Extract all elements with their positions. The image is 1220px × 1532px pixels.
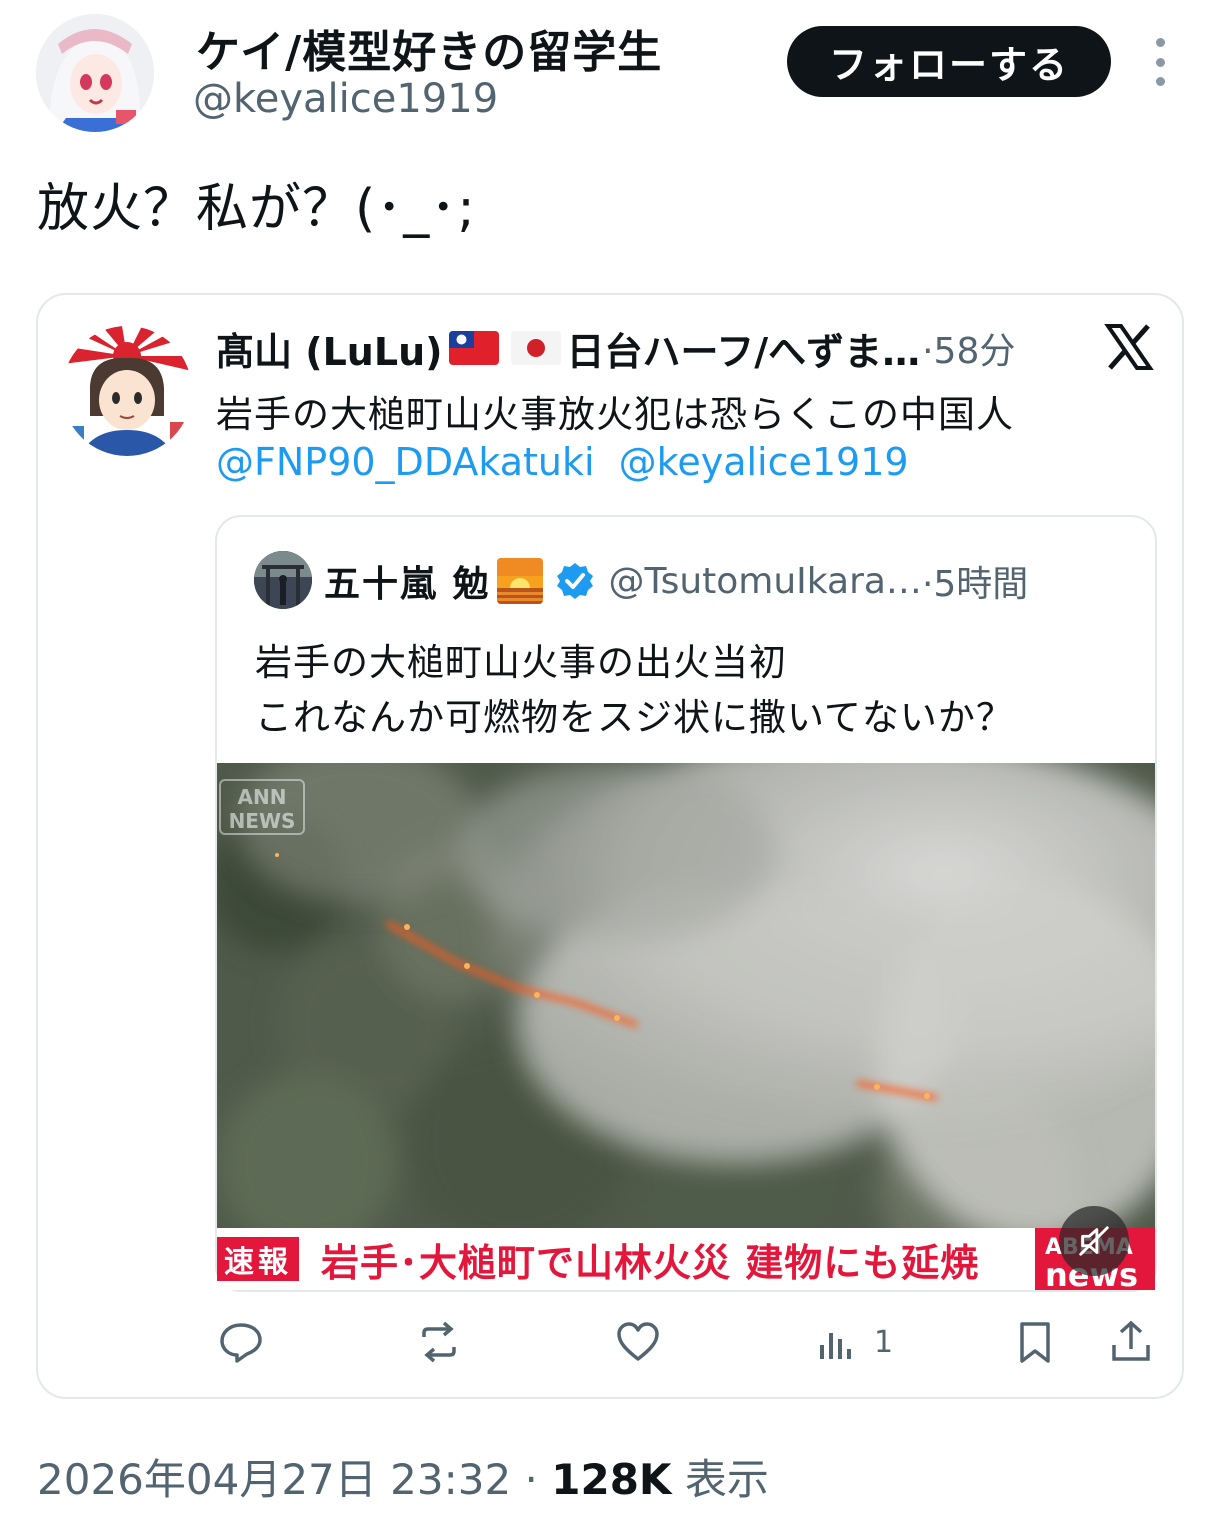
tweet-views-count: 128K xyxy=(551,1455,672,1504)
author-avatar[interactable] xyxy=(36,14,154,132)
quoted-tweet-mentions: @FNP90_DDAkatuki @keyalice1919 xyxy=(216,440,921,484)
share-button[interactable] xyxy=(1108,1312,1154,1372)
mention-link[interactable]: @keyalice1919 xyxy=(619,440,909,484)
tweet-views-label: 表示 xyxy=(684,1455,769,1504)
quoted-tweet-time[interactable]: ·58分 xyxy=(922,322,1015,374)
quoted-author-name[interactable]: 髙山 (LuLu) xyxy=(216,322,443,374)
nested-tweet-text-line: 岩手の大槌町山火事の出火当初 xyxy=(255,641,787,684)
nested-tweet-time[interactable]: ·5時間 xyxy=(922,555,1028,607)
taiwan-flag-icon xyxy=(448,331,499,365)
like-button[interactable] xyxy=(615,1312,661,1372)
share-icon xyxy=(1112,1320,1150,1361)
views-button[interactable]: 1 xyxy=(814,1312,893,1372)
japan-flag-icon xyxy=(510,331,561,365)
mute-toggle-icon[interactable] xyxy=(1059,1206,1129,1276)
watermark-bottom-text: NEWS xyxy=(228,809,296,833)
news-video-media[interactable]: ANN NEWS 速報 岩手･大槌町で山林火災 建物にも延焼 ABEMA new… xyxy=(217,763,1155,1290)
nested-author-name[interactable]: 五十嵐 勉 xyxy=(324,555,491,607)
breaking-news-tag: 速報 xyxy=(217,1237,299,1281)
more-dot xyxy=(1155,38,1165,47)
ticker-headline: 岩手･大槌町で山林火災 建物にも延焼 xyxy=(321,1240,980,1285)
more-dot xyxy=(1155,77,1165,86)
meta-separator: · xyxy=(524,1455,538,1504)
ann-news-watermark: ANN NEWS xyxy=(219,779,305,835)
bookmark-button[interactable] xyxy=(1012,1312,1058,1372)
watermark-top-text: ANN xyxy=(237,785,287,809)
views-count: 1 xyxy=(874,1324,894,1360)
quoted-tweet-text: 岩手の大槌町山火事放火犯は恐らくこの中国人 xyxy=(216,393,1014,436)
quoted-author-avatar[interactable] xyxy=(62,326,192,456)
heart-icon xyxy=(617,1322,659,1361)
reply-button[interactable] xyxy=(218,1312,264,1372)
quoted-author-name-suffix[interactable]: 日台ハーフ/へずま… xyxy=(567,322,921,374)
nested-author-avatar[interactable] xyxy=(254,551,312,609)
bookmark-icon xyxy=(1020,1322,1050,1363)
author-handle[interactable]: @keyalice1919 xyxy=(193,76,498,122)
nested-tweet-text-line: これなんか可燃物をスジ状に撒いてないか？ xyxy=(255,696,1014,739)
mention-link[interactable]: @FNP90_DDAkatuki xyxy=(216,440,595,484)
quoted-tweet-header: 髙山 (LuLu) 日台ハーフ/へずま… ·58分 xyxy=(216,322,1086,374)
analytics-icon xyxy=(820,1333,851,1359)
verified-badge-icon xyxy=(556,563,593,599)
more-dot xyxy=(1155,57,1165,67)
tweet-timestamp[interactable]: 2026年04月27日 23:32 xyxy=(37,1455,511,1504)
tweet-meta: 2026年04月27日 23:32 · 128K 表示 xyxy=(37,1446,769,1507)
sunrise-emoji-icon xyxy=(496,558,543,604)
nested-tweet-header: 五十嵐 勉 @TsutomuIkara… ·5時間 xyxy=(324,555,1028,607)
follow-button[interactable]: フォローする xyxy=(787,26,1111,97)
smoky-forest-fire-image xyxy=(217,763,1155,1228)
quoted-tweet-action-bar: 1 xyxy=(0,1312,1220,1372)
repost-button[interactable] xyxy=(416,1312,462,1372)
reply-icon xyxy=(220,1323,262,1363)
nested-author-handle[interactable]: @TsutomuIkara… xyxy=(609,561,922,602)
repost-icon xyxy=(422,1321,456,1363)
tweet-detail: ケイ/模型好きの留学生 @keyalice1919 フォローする 放火？私が？(… xyxy=(0,0,1220,1532)
x-logo-icon xyxy=(1104,322,1154,372)
breaking-news-ticker: 速報 岩手･大槌町で山林火災 建物にも延焼 ABEMA news xyxy=(217,1228,1155,1290)
tweet-text: 放火？私が？(･_･; xyxy=(37,179,476,239)
more-options-icon[interactable] xyxy=(1140,38,1180,86)
author-display-name[interactable]: ケイ/模型好きの留学生 xyxy=(196,16,662,80)
